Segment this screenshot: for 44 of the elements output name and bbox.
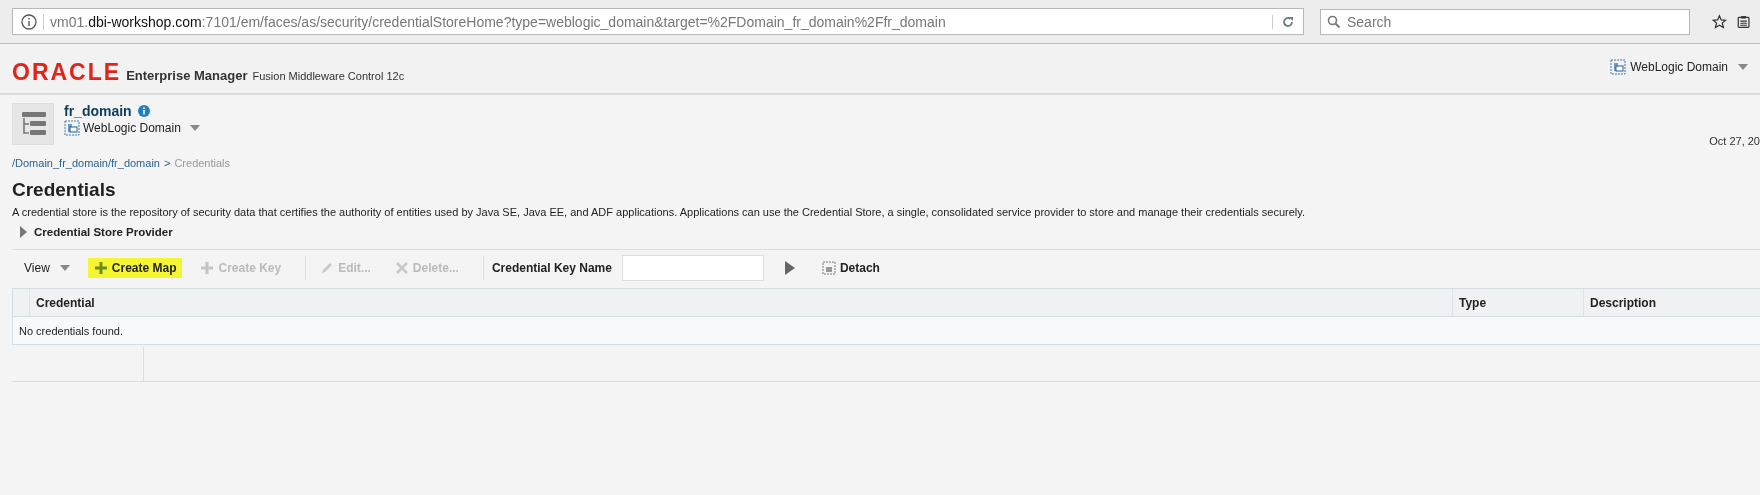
column-header[interactable]: Description: [1584, 289, 1760, 316]
close-icon: [394, 261, 409, 275]
column-header[interactable]: Type: [1453, 289, 1584, 316]
column-header[interactable]: Credential: [30, 289, 1453, 316]
detach-button[interactable]: Detach: [815, 258, 886, 278]
search-field[interactable]: Search: [1320, 8, 1690, 35]
credential-key-field[interactable]: [621, 255, 764, 281]
caret-icon: [59, 265, 70, 271]
domain-tree-icon: [12, 103, 54, 145]
domain-icon: [1610, 58, 1627, 75]
breadcrumb-current: Credentials: [174, 157, 231, 169]
address-bar[interactable]: vm01.dbi-workshop.com:7101/em/faces/as/security/credentialStoreHome?type=weblogic_domain&target=%2FDomain_fr_domain%2Ffr_domain: [12, 8, 1304, 35]
domain-icon: [64, 120, 80, 136]
caret-icon: [1738, 63, 1748, 70]
reader-list-icon[interactable]: [1736, 13, 1750, 30]
plus-icon: [93, 261, 108, 275]
target-menu[interactable]: WebLogic Domain: [1610, 58, 1748, 75]
empty-table-message: No credentials found.: [19, 324, 123, 337]
search-icon: [1327, 14, 1341, 29]
view-menu[interactable]: View: [18, 258, 76, 278]
breadcrumb-separator: >: [163, 157, 171, 169]
page-title: Credentials: [12, 179, 117, 201]
url-text: vm01.dbi-workshop.com:7101/em/faces/as/security/credentialStoreHome?type=weblogic_domain&target=%2FDomain_fr_domain%2Ffr_domain: [43, 13, 1266, 30]
pencil-icon: [320, 261, 335, 275]
caret-icon: [189, 125, 200, 131]
plus-icon: [200, 261, 215, 275]
product-name: Enterprise Manager: [126, 68, 248, 83]
page-description: A credential store is the repository of security data that certifies the authority of entities used by Java SE, Java EE, and ADF applications. Applications can use the Credential Store, a single, consolidated service provider to store and manage their credentials securely.: [12, 206, 1306, 218]
section-disclosure[interactable]: Credential Store Provider: [20, 226, 1760, 238]
target-type-menu[interactable]: WebLogic Domain: [64, 120, 200, 136]
toolbar-button[interactable]: Create Map: [87, 258, 183, 278]
detach-icon: [821, 261, 836, 275]
bookmark-star-icon[interactable]: [1712, 12, 1727, 31]
disclosure-icon: [20, 226, 27, 238]
filter-label: Credential Key Name: [491, 261, 612, 275]
date-text: Oct 27, 20: [1709, 135, 1760, 147]
reload-icon[interactable]: [1272, 14, 1295, 29]
play-icon[interactable]: [783, 260, 796, 276]
breadcrumb-link[interactable]: /Domain_fr_domain/fr_domain: [12, 157, 160, 169]
info-icon[interactable]: [21, 13, 37, 30]
info-icon[interactable]: [137, 105, 150, 117]
product-subtitle: Fusion Middleware Control 12c: [252, 70, 405, 82]
target-name: fr_domain: [64, 103, 132, 119]
oracle-logo: ORACLE: [12, 59, 122, 86]
